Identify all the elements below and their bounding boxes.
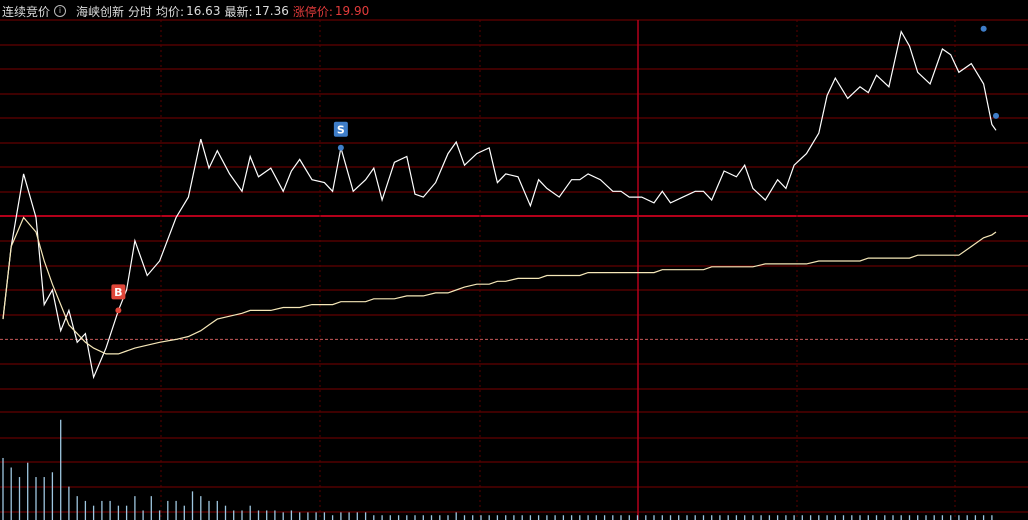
end-point-dot <box>980 25 987 32</box>
sell-point <box>337 144 344 151</box>
chart-root: 连续竞价 i 海峡创新 分时 均价: 16.63 最新: 17.36 涨停价: 19.… <box>0 0 1028 520</box>
end-point-dot <box>993 112 999 119</box>
sell-marker-label: S <box>337 123 345 136</box>
intraday-chart[interactable]: BS <box>0 0 1028 520</box>
average-price-line <box>2 216 997 355</box>
buy-marker-label: B <box>114 286 122 299</box>
price-line <box>2 29 997 380</box>
buy-point <box>115 307 122 314</box>
